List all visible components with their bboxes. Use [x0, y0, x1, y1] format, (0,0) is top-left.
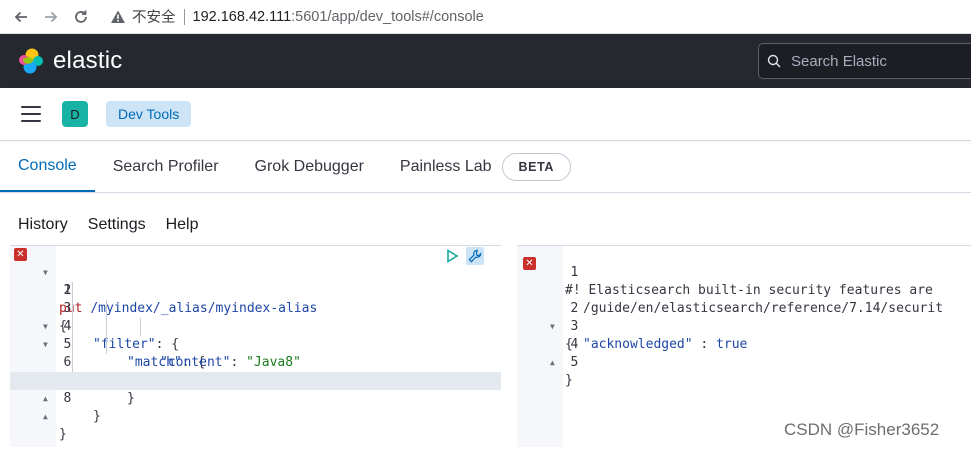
fold-arrow-icon[interactable]: ▲ [43, 408, 48, 426]
forward-icon[interactable] [36, 0, 66, 34]
play-icon[interactable] [444, 248, 460, 264]
indent-guide [106, 300, 107, 354]
wrench-icon[interactable] [466, 247, 484, 265]
space-avatar[interactable]: D [62, 101, 88, 127]
response-line: 4 ▲ } [550, 337, 579, 388]
insecure-label: 不安全 [132, 10, 176, 26]
elastic-header: elastic [0, 34, 971, 88]
search-icon [767, 54, 781, 68]
request-line: 4 ▼ "match": { [43, 319, 206, 370]
response-line: 3 "acknowledged" : true [570, 319, 748, 352]
tab-painless-lab[interactable]: Painless Lab BETA [382, 142, 581, 192]
request-line-active: 8 ▲ } [10, 372, 501, 442]
tab-console[interactable]: Console [0, 142, 95, 192]
url-path: :5601/app/dev_tools#/console [291, 8, 484, 25]
global-search[interactable] [758, 43, 971, 79]
response-line: ✕ /guide/en/elasticsearch/reference/7.14… [517, 257, 971, 316]
address-separator [183, 8, 185, 25]
elastic-logo-icon[interactable] [17, 47, 45, 75]
warning-icon [111, 10, 125, 23]
search-input[interactable] [791, 52, 971, 70]
request-line: 3 ▼ "filter": { [43, 301, 180, 352]
request-line: 6 ▲ } [10, 336, 501, 406]
request-line: 2 ▼ { [10, 264, 501, 334]
back-icon[interactable] [6, 0, 36, 34]
console-menu: History Settings Help [0, 208, 201, 242]
response-line: 5 [570, 355, 579, 370]
request-actions [444, 247, 484, 265]
error-icon[interactable]: ✕ [523, 257, 536, 270]
indent-guide [140, 318, 141, 336]
pane-resizer[interactable] [501, 245, 517, 447]
response-viewer: 1 #! Elasticsearch built-in security fea… [517, 245, 971, 447]
watermark: CSDN @Fisher3652 [784, 420, 940, 439]
indent-guide [72, 282, 73, 372]
url-host: 192.168.42.111 [192, 8, 292, 25]
request-editor[interactable]: ✕ 1 put /myindex/_alias/myindex-alias 2 … [10, 245, 501, 447]
history-link[interactable]: History [18, 216, 68, 234]
address-bar[interactable]: 不安全 192.168.42.111:5601/app/dev_tools#/c… [110, 0, 484, 34]
help-link[interactable]: Help [166, 216, 199, 234]
request-line: ✕ 1 put /myindex/_alias/myindex-alias [10, 246, 501, 316]
breadcrumb-dev-tools[interactable]: Dev Tools [106, 101, 192, 127]
brand-name[interactable]: elastic [53, 47, 122, 75]
tab-grok-debugger[interactable]: Grok Debugger [237, 142, 382, 192]
dev-tools-tabs: Console Search Profiler Grok Debugger Pa… [0, 142, 971, 193]
reload-icon[interactable] [66, 0, 96, 34]
request-line: 5 "content": "Java8" [63, 337, 301, 370]
hamburger-menu-icon[interactable] [21, 106, 41, 122]
fold-arrow-icon[interactable]: ▼ [43, 264, 48, 282]
error-icon[interactable]: ✕ [14, 248, 27, 261]
response-line: 1 #! Elasticsearch built-in security fea… [565, 265, 933, 298]
beta-badge: BETA [501, 153, 572, 181]
settings-link[interactable]: Settings [88, 216, 146, 234]
breadcrumb-bar: D Dev Tools [0, 88, 971, 141]
request-line: 7 ▲ } [10, 354, 501, 424]
response-line: 2 ▼ { [550, 301, 579, 352]
tab-painless-lab-label: Painless Lab [399, 158, 492, 175]
tab-search-profiler[interactable]: Search Profiler [95, 142, 237, 192]
browser-toolbar: 不安全 192.168.42.111:5601/app/dev_tools#/c… [0, 0, 971, 34]
